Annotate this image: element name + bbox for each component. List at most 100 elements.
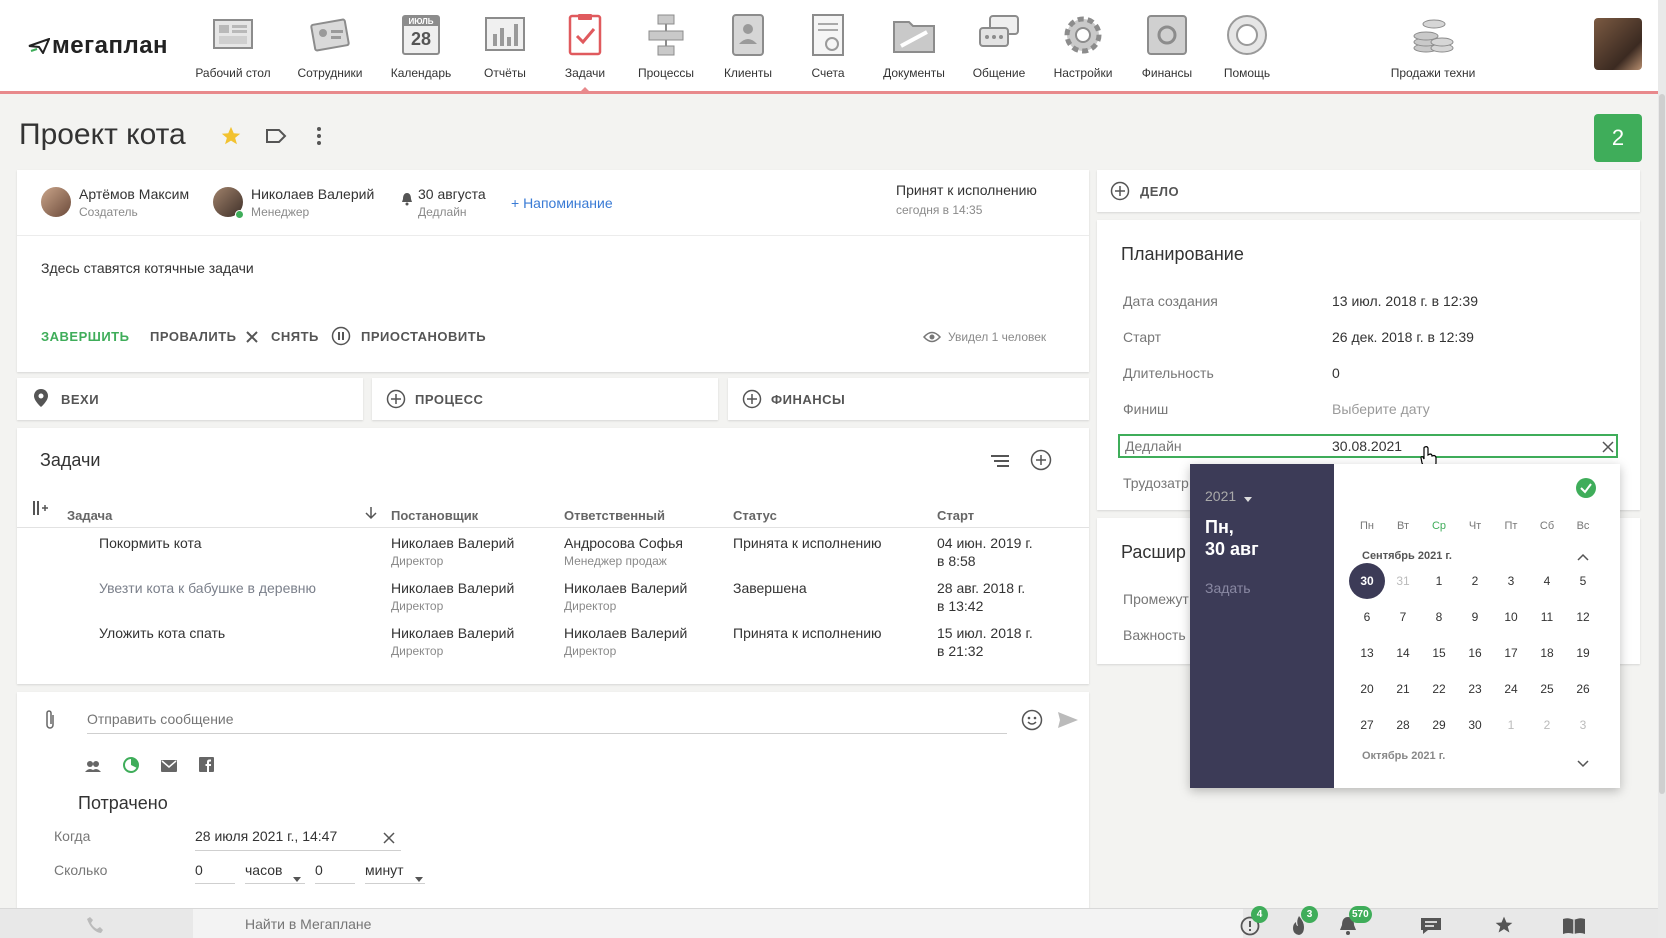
more-options-icon[interactable] [316, 126, 322, 149]
manager-name[interactable]: Николаев Валерий [251, 186, 374, 202]
creator-name[interactable]: Артёмов Максим [79, 186, 189, 202]
milestones-section[interactable]: ВЕХИ [17, 378, 363, 420]
row-setter[interactable]: Николаев Валерий [391, 580, 514, 596]
nav-tasks[interactable]: Задачи [540, 12, 630, 80]
calendar-day[interactable]: 30 [1457, 707, 1493, 743]
task-status[interactable]: Принят к исполнению [896, 182, 1076, 198]
deal-section[interactable]: ДЕЛО [1097, 170, 1640, 212]
column-status[interactable]: Статус [733, 508, 777, 523]
creator-avatar[interactable] [41, 187, 71, 217]
calendar-day[interactable]: 25 [1529, 671, 1565, 707]
calendar-day[interactable]: 3 [1565, 707, 1601, 743]
year-selector[interactable]: 2021 [1205, 488, 1253, 505]
row-task[interactable]: Увезти кота к бабушке в деревню [99, 579, 316, 597]
seen-by-text[interactable]: Увидел 1 человек [948, 330, 1046, 344]
search-input[interactable] [245, 915, 1145, 933]
calendar-day[interactable]: 2 [1529, 707, 1565, 743]
calendar-day[interactable]: 26 [1565, 671, 1601, 707]
hours-input[interactable]: 0 [195, 858, 235, 884]
calendar-day[interactable]: 20 [1349, 671, 1385, 707]
nav-employees[interactable]: Сотрудники [285, 12, 375, 80]
favorite-star-icon[interactable] [220, 125, 242, 150]
hours-unit-select[interactable]: часов [245, 858, 305, 884]
calendar-day[interactable]: 8 [1421, 599, 1457, 635]
calendar-day[interactable]: 11 [1529, 599, 1565, 635]
row-responsible[interactable]: Николаев Валерий [564, 625, 687, 641]
minutes-unit-select[interactable]: минут [365, 858, 425, 884]
deadline-date[interactable]: 30 августа [418, 186, 486, 202]
finance-section[interactable]: ФИНАНСЫ [728, 378, 1089, 420]
nav-processes[interactable]: Процессы [621, 12, 711, 80]
duration-value[interactable]: 0 [1332, 365, 1340, 381]
clear-icon[interactable] [383, 831, 395, 847]
nav-settings[interactable]: Настройки [1038, 12, 1128, 80]
calendar-day[interactable]: 5 [1565, 563, 1601, 599]
deadline-field[interactable]: Дедлайн 30.08.2021 [1118, 434, 1618, 458]
calendar-day[interactable]: 19 [1565, 635, 1601, 671]
confirm-check-icon[interactable] [1576, 478, 1596, 501]
nav-sales[interactable]: Продажи техни [1383, 12, 1483, 80]
calendar-day[interactable]: 27 [1349, 707, 1385, 743]
sort-arrow-down-icon[interactable] [365, 506, 377, 523]
column-setter[interactable]: Постановщик [391, 508, 478, 523]
row-setter[interactable]: Николаев Валерий [391, 625, 514, 641]
fail-button[interactable]: ПРОВАЛИТЬ [150, 329, 237, 344]
calendar-day-selected[interactable]: 30 [1349, 563, 1385, 599]
set-date-button[interactable]: Задать [1205, 580, 1251, 596]
search-bar[interactable] [193, 909, 1243, 938]
calendar-day[interactable]: 29 [1421, 707, 1457, 743]
calendar-day[interactable]: 9 [1457, 599, 1493, 635]
column-settings-icon[interactable] [32, 501, 48, 518]
add-subtask-icon[interactable] [1030, 449, 1052, 474]
calendar-day[interactable]: 15 [1421, 635, 1457, 671]
book-icon[interactable] [1562, 917, 1586, 938]
attach-paperclip-icon[interactable] [43, 709, 57, 734]
row-task[interactable]: Покормить кота [99, 534, 202, 552]
process-section[interactable]: ПРОЦЕСС [372, 378, 718, 420]
column-task[interactable]: Задача [67, 508, 112, 523]
calendar-day[interactable]: 7 [1385, 599, 1421, 635]
calendar-day[interactable]: 16 [1457, 635, 1493, 671]
when-input[interactable]: 28 июля 2021 г., 14:47 [195, 825, 401, 851]
remove-button[interactable]: СНЯТЬ [271, 329, 319, 344]
nav-help[interactable]: Помощь [1202, 12, 1292, 80]
calendar-day[interactable]: 10 [1493, 599, 1529, 635]
calendar-day[interactable]: 17 [1493, 635, 1529, 671]
calendar-day[interactable]: 24 [1493, 671, 1529, 707]
deadline-field-value[interactable]: 30.08.2021 [1332, 438, 1402, 454]
calendar-day[interactable]: 3 [1493, 563, 1529, 599]
message-input[interactable] [87, 704, 1007, 734]
people-icon[interactable] [85, 759, 101, 775]
emoji-smile-icon[interactable] [1021, 709, 1043, 734]
add-reminder-link[interactable]: + Напоминание [511, 195, 613, 211]
chevron-up-icon[interactable] [1577, 548, 1589, 564]
calendar-day[interactable]: 4 [1529, 563, 1565, 599]
nav-desktop[interactable]: Рабочий стол [188, 12, 278, 80]
nav-clients[interactable]: Клиенты [703, 12, 793, 80]
send-icon[interactable] [1057, 711, 1079, 732]
calendar-day[interactable]: 14 [1385, 635, 1421, 671]
column-responsible[interactable]: Ответственный [564, 508, 665, 523]
nav-invoices[interactable]: Счета [783, 12, 873, 80]
notifications-badge[interactable]: 2 [1594, 114, 1642, 162]
chevron-down-icon[interactable] [1577, 755, 1589, 771]
minutes-input[interactable]: 0 [315, 858, 355, 884]
user-avatar[interactable] [1594, 18, 1642, 70]
calendar-day[interactable]: 6 [1349, 599, 1385, 635]
start-value[interactable]: 26 дек. 2018 г. в 12:39 [1332, 329, 1474, 345]
page-scrollbar[interactable] [1658, 0, 1666, 938]
facebook-icon[interactable] [199, 757, 214, 775]
calendar-day[interactable]: 22 [1421, 671, 1457, 707]
nav-finance[interactable]: Финансы [1122, 12, 1212, 80]
calendar-day[interactable]: 1 [1421, 563, 1457, 599]
nav-documents[interactable]: Документы [869, 12, 959, 80]
row-setter[interactable]: Николаев Валерий [391, 535, 514, 551]
calendar-day[interactable]: 2 [1457, 563, 1493, 599]
nav-calendar[interactable]: ИЮЛЬ 28 Календарь [376, 12, 466, 80]
finish-placeholder[interactable]: Выберите дату [1332, 401, 1430, 417]
email-icon[interactable] [161, 759, 177, 775]
row-responsible[interactable]: Андросова Софья [564, 535, 683, 551]
scrollbar-thumb[interactable] [1659, 94, 1665, 794]
calendar-day[interactable]: 13 [1349, 635, 1385, 671]
column-start[interactable]: Старт [937, 508, 974, 523]
